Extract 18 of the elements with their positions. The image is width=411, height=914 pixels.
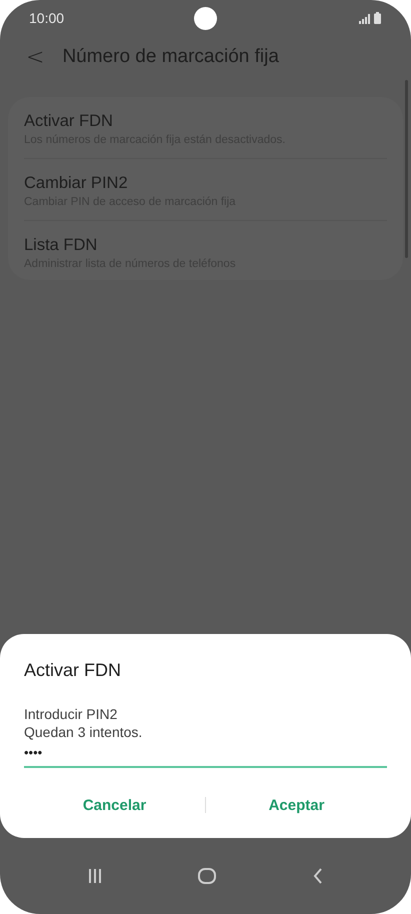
home-icon[interactable]: [198, 868, 216, 884]
back-button[interactable]: <: [20, 44, 50, 70]
ok-button[interactable]: Aceptar: [206, 786, 387, 824]
status-time: 10:00: [29, 10, 64, 26]
setting-title[interactable]: Cambiar PIN2: [24, 174, 387, 193]
dialog-title: Activar FDN: [24, 660, 122, 681]
camera-icon: [194, 7, 217, 30]
back-icon[interactable]: [312, 868, 323, 884]
signal-icon: [359, 14, 370, 24]
page-title: Número de marcación fija: [62, 46, 279, 68]
pin-field[interactable]: ••••: [24, 741, 387, 768]
setting-title[interactable]: Lista FDN: [24, 236, 387, 255]
cancel-button[interactable]: Cancelar: [24, 786, 205, 824]
dialog-message: Quedan 3 intentos.: [24, 723, 144, 741]
recent-apps-icon[interactable]: [88, 869, 102, 883]
dialog-message: Introducir PIN2: [24, 705, 118, 723]
setting-title[interactable]: Activar FDN: [24, 112, 387, 131]
battery-icon: [374, 12, 381, 24]
